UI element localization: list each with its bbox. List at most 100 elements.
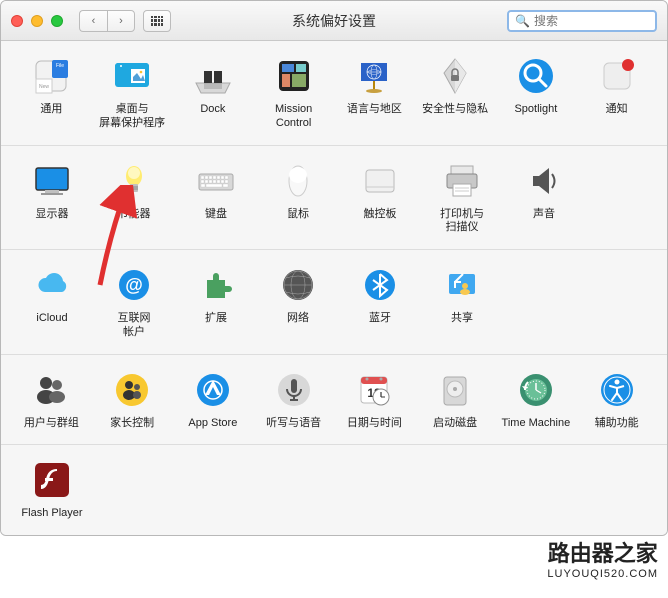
accessibility-icon xyxy=(596,369,638,411)
displays-icon xyxy=(31,160,73,202)
pref-mission-control[interactable]: Mission Control xyxy=(253,55,334,131)
pref-row: FileNew通用 桌面与 屏幕保护程序 Dock Mission Contro… xyxy=(1,41,667,146)
watermark: 路由器之家 LUYOUQI520.COM xyxy=(547,536,658,580)
date-time-icon: 18 xyxy=(353,369,395,411)
pref-label: 通知 xyxy=(606,103,628,117)
zoom-button[interactable] xyxy=(51,15,63,27)
system-preferences-window: ‹ › 系统偏好设置 🔍 ✕ FileNew通用 桌面与 屏幕保护程序 Dock… xyxy=(0,0,668,536)
pref-app-store[interactable]: App Store xyxy=(173,369,254,431)
pref-parental-controls[interactable]: 家长控制 xyxy=(92,369,173,431)
pref-label: 鼠标 xyxy=(287,208,309,222)
watermark-url: LUYOUQI520.COM xyxy=(547,568,658,580)
titlebar: ‹ › 系统偏好设置 🔍 ✕ xyxy=(1,1,667,41)
pref-mouse[interactable]: 鼠标 xyxy=(257,160,339,236)
trackpad-icon xyxy=(359,160,401,202)
pref-label: Mission Control xyxy=(275,103,312,131)
pref-label: 节能器 xyxy=(118,208,151,222)
pref-label: 互联网 帐户 xyxy=(118,312,151,340)
pref-sharing[interactable]: 共享 xyxy=(421,264,503,340)
pref-time-machine[interactable]: Time Machine xyxy=(496,369,577,431)
printers-icon xyxy=(441,160,483,202)
pref-language-region[interactable]: 语言与地区 xyxy=(334,55,415,131)
svg-text:File: File xyxy=(56,63,64,69)
pref-label: 共享 xyxy=(451,312,473,326)
mouse-icon xyxy=(277,160,319,202)
bluetooth-icon xyxy=(359,264,401,306)
pref-label: 日期与时间 xyxy=(347,417,402,431)
pref-label: 显示器 xyxy=(36,208,69,222)
pref-bluetooth[interactable]: 蓝牙 xyxy=(339,264,421,340)
energy-saver-icon xyxy=(113,160,155,202)
parental-controls-icon xyxy=(111,369,153,411)
app-store-icon xyxy=(192,369,234,411)
pref-extensions[interactable]: 扩展 xyxy=(175,264,257,340)
flash-player-icon xyxy=(31,459,73,501)
pref-icloud[interactable]: iCloud xyxy=(11,264,93,340)
pref-row: iCloud @ 互联网 帐户 扩展 网络 蓝牙 共享 xyxy=(1,250,667,355)
pref-label: 蓝牙 xyxy=(369,312,391,326)
pref-security[interactable]: 安全性与隐私 xyxy=(415,55,496,131)
startup-disk-icon xyxy=(434,369,476,411)
pref-label: 网络 xyxy=(287,312,309,326)
pref-accessibility[interactable]: 辅助功能 xyxy=(576,369,657,431)
pref-dictation-speech[interactable]: 听写与语音 xyxy=(253,369,334,431)
pref-trackpad[interactable]: 触控板 xyxy=(339,160,421,236)
forward-button[interactable]: › xyxy=(107,10,135,32)
search-field[interactable]: 🔍 ✕ xyxy=(507,10,657,32)
search-icon: 🔍 xyxy=(515,14,530,28)
pref-printers[interactable]: 打印机与 扫描仪 xyxy=(421,160,503,236)
network-icon xyxy=(277,264,319,306)
dock-icon xyxy=(192,55,234,97)
pref-date-time[interactable]: 18 日期与时间 xyxy=(334,369,415,431)
pref-label: 扩展 xyxy=(205,312,227,326)
pref-sound[interactable]: 声音 xyxy=(503,160,585,236)
desktop-icon xyxy=(111,55,153,97)
pref-startup-disk[interactable]: 启动磁盘 xyxy=(415,369,496,431)
pref-energy-saver[interactable]: 节能器 xyxy=(93,160,175,236)
spotlight-icon xyxy=(515,55,557,97)
security-icon xyxy=(434,55,476,97)
icloud-icon xyxy=(31,264,73,306)
close-button[interactable] xyxy=(11,15,23,27)
pref-notifications[interactable]: 通知 xyxy=(576,55,657,131)
svg-text:New: New xyxy=(39,84,49,90)
pref-spotlight[interactable]: Spotlight xyxy=(496,55,577,131)
pref-label: Dock xyxy=(200,103,225,117)
pref-label: 打印机与 扫描仪 xyxy=(440,208,484,236)
pref-label: App Store xyxy=(188,417,237,431)
back-button[interactable]: ‹ xyxy=(79,10,107,32)
pref-label: 启动磁盘 xyxy=(433,417,477,431)
pref-users-groups[interactable]: 用户与群组 xyxy=(11,369,92,431)
pref-keyboard[interactable]: 键盘 xyxy=(175,160,257,236)
pref-label: 触控板 xyxy=(364,208,397,222)
users-groups-icon xyxy=(30,369,72,411)
search-input[interactable] xyxy=(534,14,668,28)
time-machine-icon xyxy=(515,369,557,411)
pref-label: 用户与群组 xyxy=(24,417,79,431)
watermark-title: 路由器之家 xyxy=(547,536,658,568)
notifications-icon xyxy=(596,55,638,97)
traffic-lights xyxy=(11,15,63,27)
pref-label: 语言与地区 xyxy=(347,103,402,117)
pref-label: 辅助功能 xyxy=(595,417,639,431)
pref-internet-accounts[interactable]: @ 互联网 帐户 xyxy=(93,264,175,340)
grid-icon xyxy=(151,16,163,26)
mission-control-icon xyxy=(273,55,315,97)
pref-row: 用户与群组 家长控制 App Store 听写与语音 18日期与时间 启动磁盘 … xyxy=(1,355,667,446)
svg-text:@: @ xyxy=(125,275,143,295)
window-title: 系统偏好设置 xyxy=(292,11,376,31)
pref-flash-player[interactable]: Flash Player xyxy=(11,459,93,521)
pref-dock[interactable]: Dock xyxy=(173,55,254,131)
pref-row: Flash Player xyxy=(1,445,667,535)
sharing-icon xyxy=(441,264,483,306)
pref-network[interactable]: 网络 xyxy=(257,264,339,340)
pref-general[interactable]: FileNew通用 xyxy=(11,55,92,131)
minimize-button[interactable] xyxy=(31,15,43,27)
pref-label: 桌面与 屏幕保护程序 xyxy=(99,103,165,131)
pref-label: 声音 xyxy=(533,208,555,222)
pref-displays[interactable]: 显示器 xyxy=(11,160,93,236)
show-all-button[interactable] xyxy=(143,10,171,32)
pref-desktop[interactable]: 桌面与 屏幕保护程序 xyxy=(92,55,173,131)
pref-label: 家长控制 xyxy=(110,417,154,431)
general-icon: File New xyxy=(30,55,72,97)
